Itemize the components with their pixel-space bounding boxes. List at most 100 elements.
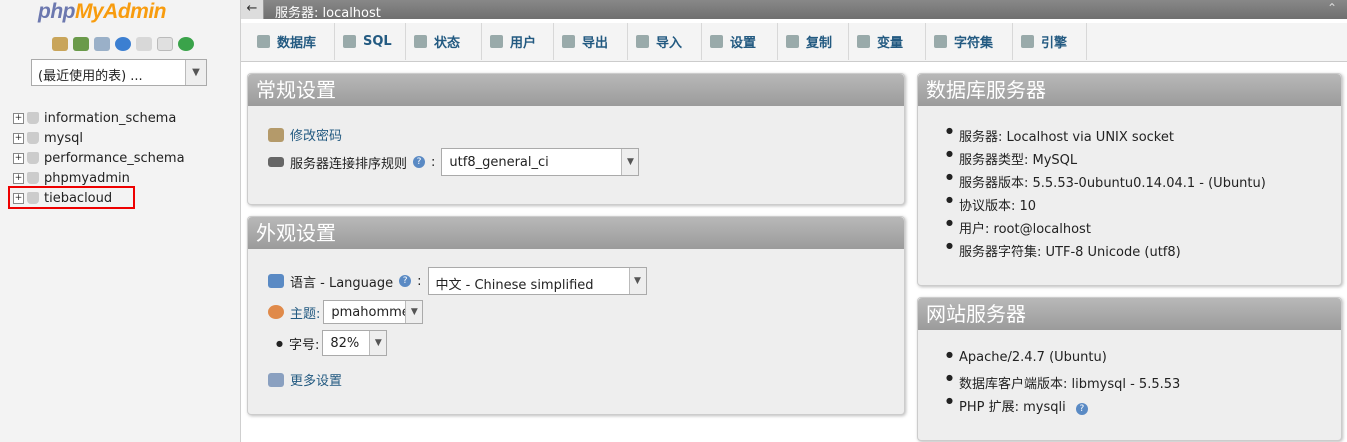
tab-engines[interactable]: 引擎 — [1013, 23, 1087, 60]
bullet: ● — [276, 338, 283, 348]
chevron-down-icon: ▼ — [621, 149, 639, 175]
tab-sql[interactable]: SQL — [335, 23, 406, 60]
theme-label[interactable]: 主题: — [290, 303, 320, 322]
tab-label: 复制 — [806, 36, 833, 51]
key-icon — [268, 127, 284, 142]
change-password-link[interactable]: 修改密码 — [290, 125, 342, 144]
tab-variables[interactable]: 变量 — [849, 23, 926, 60]
more-settings-row: 更多设置 — [268, 370, 342, 389]
tab-replication[interactable]: 复制 — [778, 23, 849, 60]
db-item[interactable]: + performance_schema — [13, 148, 185, 168]
tab-charsets[interactable]: 字符集 — [926, 23, 1013, 60]
tab-export[interactable]: 导出 — [554, 23, 628, 60]
list-icon — [268, 157, 284, 167]
web-server-info: Apache/2.4.7 (Ubuntu) 数据库客户端版本: libmysql… — [946, 350, 1180, 419]
server-breadcrumb-bar: ← 服务器: localhost ⌃ — [241, 0, 1347, 21]
tab-import[interactable]: 导入 — [628, 23, 702, 60]
list-item: 服务器版本: 5.5.53-0ubuntu0.14.04.1 - (Ubuntu… — [946, 172, 1266, 195]
db-name[interactable]: mysql — [44, 131, 83, 146]
logout-icon[interactable] — [73, 37, 89, 51]
help-icon[interactable]: ? — [413, 156, 426, 168]
tab-label: 设置 — [730, 36, 757, 51]
collation-row: 服务器连接排序规则 ? : utf8_general_ci ▼ — [268, 148, 640, 176]
panel-title: 外观设置 — [248, 217, 904, 249]
export-icon — [562, 35, 575, 48]
database-icon — [257, 35, 270, 48]
expand-icon[interactable]: + — [13, 132, 24, 144]
query-window-icon[interactable] — [94, 37, 110, 51]
chevron-down-icon: ▼ — [185, 60, 206, 85]
list-item: 数据库客户端版本: libmysql - 5.5.53 — [946, 373, 1180, 396]
reload-icon[interactable] — [178, 37, 194, 51]
theme-select[interactable]: pmahomme ▼ — [323, 300, 424, 324]
wrench-icon — [710, 35, 723, 48]
list-item: PHP 扩展: mysqli ? — [946, 396, 1180, 419]
db-name[interactable]: phpmyadmin — [44, 171, 130, 186]
docs-icon[interactable] — [136, 37, 152, 51]
db-item[interactable]: + information_schema — [13, 108, 185, 128]
list-item: 服务器类型: MySQL — [946, 149, 1266, 172]
users-icon — [490, 35, 503, 48]
font-size-value: 82% — [330, 336, 360, 351]
engine-icon — [1021, 35, 1034, 48]
collation-select[interactable]: utf8_general_ci ▼ — [441, 148, 640, 176]
font-size-select[interactable]: 82% ▼ — [322, 330, 388, 356]
tab-label: 变量 — [877, 36, 904, 51]
logo-text-php: php — [38, 0, 75, 23]
expand-icon[interactable]: + — [13, 152, 24, 164]
tab-status[interactable]: 状态 — [406, 23, 482, 60]
collation-value: utf8_general_ci — [449, 155, 549, 170]
database-icon — [27, 152, 39, 164]
db-item[interactable]: + mysql — [13, 128, 185, 148]
tab-label: 字符集 — [954, 36, 994, 51]
help-icon[interactable] — [115, 37, 131, 51]
db-item[interactable]: + phpmyadmin — [13, 168, 185, 188]
expand-icon[interactable]: + — [13, 112, 24, 124]
colon: : — [431, 154, 436, 170]
collation-label: 服务器连接排序规则 — [290, 156, 408, 172]
nav-icon-bar — [52, 37, 194, 51]
tab-label: 数据库 — [277, 36, 317, 51]
replication-icon — [786, 35, 799, 48]
chevron-down-icon: ▼ — [628, 268, 646, 294]
list-item: 用户: root@localhost — [946, 218, 1266, 241]
language-label: 语言 - Language — [290, 275, 394, 291]
font-size-label: 字号: — [288, 337, 320, 353]
list-item: 协议版本: 10 — [946, 195, 1266, 218]
general-settings-panel: 常规设置 修改密码 服务器连接排序规则 ? : utf8_general_ci … — [247, 73, 905, 205]
panel-title: 网站服务器 — [918, 298, 1341, 330]
highlight-box — [8, 186, 135, 209]
list-item: 服务器字符集: UTF-8 Unicode (utf8) — [946, 241, 1266, 264]
language-icon — [268, 274, 284, 288]
help-icon[interactable]: ? — [399, 275, 412, 287]
chevron-down-icon: ▼ — [369, 331, 387, 355]
db-name[interactable]: information_schema — [44, 111, 176, 126]
php-extension-text: PHP 扩展: mysqli — [959, 400, 1066, 415]
navigation-panel: phpMyAdmin (最近使用的表) ... ▼ + information_s… — [0, 0, 241, 442]
back-arrow-icon[interactable]: ← — [241, 0, 264, 19]
collapse-icon[interactable]: ⌃ — [1327, 1, 1337, 15]
database-icon — [27, 112, 39, 124]
theme-value: pmahomme — [331, 305, 410, 320]
settings-icon[interactable] — [157, 37, 173, 51]
tab-users[interactable]: 用户 — [482, 23, 554, 60]
db-name[interactable]: performance_schema — [44, 151, 185, 166]
tab-settings[interactable]: 设置 — [702, 23, 778, 60]
more-settings-link[interactable]: 更多设置 — [290, 370, 342, 389]
home-icon[interactable] — [52, 37, 68, 51]
tab-label: 引擎 — [1041, 36, 1068, 51]
expand-icon[interactable]: + — [13, 172, 24, 184]
tab-label: 导出 — [582, 36, 609, 51]
wrench-icon — [268, 372, 284, 387]
language-value: 中文 - Chinese simplified — [435, 278, 594, 293]
database-tree: + information_schema + mysql + performance_… — [8, 108, 185, 209]
logo[interactable]: phpMyAdmin — [38, 0, 166, 24]
tab-label: 用户 — [510, 36, 537, 51]
recent-tables-select[interactable]: (最近使用的表) ... ▼ — [31, 59, 207, 86]
language-select[interactable]: 中文 - Chinese simplified ▼ — [427, 267, 647, 295]
recent-tables-value: (最近使用的表) ... — [38, 69, 143, 84]
server-title[interactable]: 服务器: localhost — [275, 2, 381, 21]
database-icon — [27, 132, 39, 144]
help-icon[interactable]: ? — [1075, 403, 1088, 415]
tab-databases[interactable]: 数据库 — [249, 23, 335, 60]
